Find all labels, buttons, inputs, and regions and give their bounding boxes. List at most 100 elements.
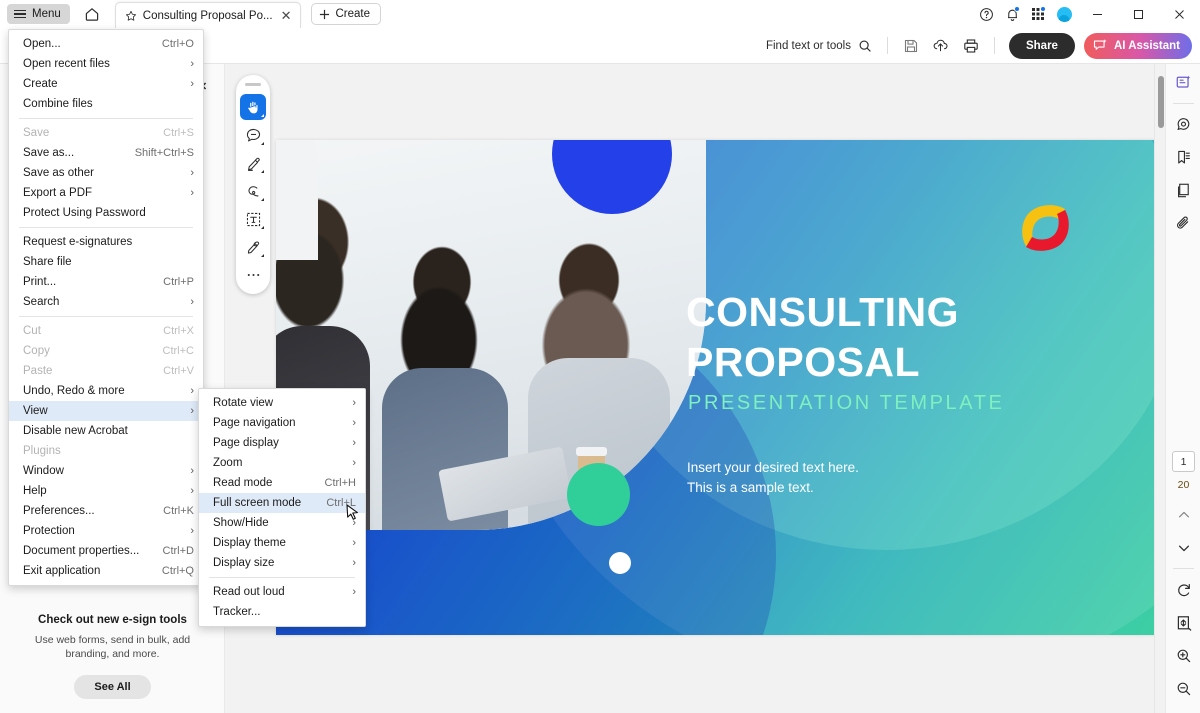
find-text-or-tools[interactable]: Find text or tools — [760, 39, 878, 53]
slide-body-line1: Insert your desired text here. — [687, 460, 859, 475]
more-tools-icon[interactable] — [240, 262, 266, 288]
slide-title-line2: PROPOSAL — [686, 339, 921, 385]
comments-icon[interactable] — [1166, 110, 1200, 139]
menu-item-combine-files[interactable]: Combine files — [9, 94, 203, 114]
see-all-button[interactable]: See All — [74, 675, 151, 699]
window-minimize-button[interactable] — [1077, 0, 1118, 28]
view-submenu[interactable]: Rotate view › Page navigation › Page display… — [198, 388, 366, 627]
menu-item-save: Save Ctrl+S — [9, 123, 203, 143]
redact-tool-icon[interactable] — [240, 234, 266, 260]
notification-bell-icon[interactable] — [999, 1, 1025, 27]
print-icon[interactable] — [957, 33, 985, 59]
cloud-upload-icon[interactable] — [927, 33, 955, 59]
menu-item-export-a-pdf[interactable]: Export a PDF › — [9, 183, 203, 203]
text-box-tool-icon[interactable] — [240, 206, 266, 232]
document-viewport[interactable]: CONSULTING PROPOSAL PRESENTATION TEMPLAT… — [225, 64, 1165, 713]
bookmarks-icon[interactable] — [1166, 143, 1200, 172]
menu-item-document-properties[interactable]: Document properties... Ctrl+D — [9, 541, 203, 561]
menu-item-rotate-view[interactable]: Rotate view › — [199, 393, 365, 413]
save-icon[interactable] — [897, 33, 925, 59]
help-icon[interactable] — [973, 1, 999, 27]
menu-item-page-display[interactable]: Page display › — [199, 433, 365, 453]
menu-item-shortcut: Ctrl+D — [162, 545, 194, 557]
menu-item-label: Save as other — [23, 167, 94, 179]
attachments-icon[interactable] — [1166, 209, 1200, 238]
slide-body-line2: This is a sample text. — [687, 480, 814, 495]
menu-item-label: Plugins — [23, 445, 61, 457]
menu-item-view[interactable]: View › — [9, 401, 203, 421]
menu-item-open[interactable]: Open... Ctrl+O — [9, 34, 203, 54]
menu-item-disable-new-acrobat[interactable]: Disable new Acrobat — [9, 421, 203, 441]
plus-icon — [319, 9, 330, 20]
menu-item-save-as-other[interactable]: Save as other › — [9, 163, 203, 183]
menu-item-zoom[interactable]: Zoom › — [199, 453, 365, 473]
chevron-right-icon: › — [190, 485, 194, 497]
page-thumbnails-icon[interactable] — [1166, 176, 1200, 205]
menu-item-window[interactable]: Window › — [9, 461, 203, 481]
zoom-out-icon[interactable] — [1166, 674, 1200, 703]
menu-item-help[interactable]: Help › — [9, 481, 203, 501]
zoom-in-icon[interactable] — [1166, 641, 1200, 670]
ai-assistant-button[interactable]: AI Assistant — [1083, 32, 1192, 59]
document-tab-close-icon[interactable]: ✕ — [279, 9, 294, 22]
chevron-right-icon: › — [190, 78, 194, 90]
window-maximize-button[interactable] — [1118, 0, 1159, 28]
ai-assistant-icon[interactable] — [1166, 68, 1200, 97]
menu-item-share-file[interactable]: Share file — [9, 252, 203, 272]
fit-page-icon[interactable] — [1166, 608, 1200, 637]
menu-item-tracker[interactable]: Tracker... — [199, 602, 365, 622]
main-menu-dropdown[interactable]: Open... Ctrl+O Open recent files › Create › Co… — [8, 29, 204, 586]
menu-item-exit-application[interactable]: Exit application Ctrl+Q — [9, 561, 203, 581]
comment-tool-icon[interactable] — [240, 122, 266, 148]
menu-item-print[interactable]: Print... Ctrl+P — [9, 272, 203, 292]
menu-item-page-navigation[interactable]: Page navigation › — [199, 413, 365, 433]
menu-item-request-e-signatures[interactable]: Request e-signatures — [9, 232, 203, 252]
share-button[interactable]: Share — [1008, 32, 1075, 59]
menu-separator — [19, 227, 193, 228]
window-close-button[interactable] — [1159, 0, 1200, 28]
menu-item-protect-using-password[interactable]: Protect Using Password — [9, 203, 203, 223]
menu-item-display-size[interactable]: Display size › — [199, 553, 365, 573]
rotate-icon[interactable] — [1166, 575, 1200, 604]
scrollbar-thumb[interactable] — [1158, 76, 1164, 128]
draw-tool-icon[interactable] — [240, 178, 266, 204]
menu-item-open-recent-files[interactable]: Open recent files › — [9, 54, 203, 74]
menu-item-read-mode[interactable]: Read mode Ctrl+H — [199, 473, 365, 493]
menu-item-read-out-loud[interactable]: Read out loud › — [199, 582, 365, 602]
menu-button[interactable]: Menu — [7, 4, 70, 24]
menu-item-label: Save as... — [23, 147, 75, 159]
user-avatar[interactable] — [1051, 1, 1077, 27]
pdf-page[interactable]: CONSULTING PROPOSAL PRESENTATION TEMPLAT… — [276, 140, 1156, 635]
previous-page-button[interactable] — [1166, 500, 1200, 529]
menu-item-label: Open... — [23, 38, 61, 50]
menu-item-shortcut: Ctrl+K — [163, 505, 194, 517]
palette-drag-handle[interactable] — [245, 83, 261, 86]
menu-item-display-theme[interactable]: Display theme › — [199, 533, 365, 553]
menu-item-label: Display size — [213, 557, 275, 569]
menu-item-save-as[interactable]: Save as... Shift+Ctrl+S — [9, 143, 203, 163]
menu-item-shortcut: Ctrl+P — [163, 276, 194, 288]
menu-item-full-screen-mode[interactable]: Full screen mode Ctrl+L — [199, 493, 365, 513]
find-label: Find text or tools — [765, 39, 851, 52]
chevron-right-icon: › — [190, 58, 194, 70]
next-page-button[interactable] — [1166, 533, 1200, 562]
home-icon[interactable] — [80, 2, 104, 26]
menu-item-preferences[interactable]: Preferences... Ctrl+K — [9, 501, 203, 521]
menu-item-protection[interactable]: Protection › — [9, 521, 203, 541]
chevron-right-icon: › — [352, 557, 356, 569]
app-grid-icon[interactable] — [1025, 1, 1051, 27]
menu-item-search[interactable]: Search › — [9, 292, 203, 312]
menu-item-create[interactable]: Create › — [9, 74, 203, 94]
create-button[interactable]: Create — [311, 3, 381, 25]
highlight-tool-icon[interactable] — [240, 150, 266, 176]
star-icon[interactable] — [125, 10, 137, 22]
document-scrollbar[interactable] — [1154, 64, 1165, 713]
divider — [1172, 103, 1194, 104]
menu-item-undo-redo-more[interactable]: Undo, Redo & more › — [9, 381, 203, 401]
menu-item-show-hide[interactable]: Show/Hide › — [199, 513, 365, 533]
page-count-label: 20 — [1177, 479, 1190, 491]
hand-tool-icon[interactable] — [240, 94, 266, 120]
document-tab[interactable]: Consulting Proposal Po... ✕ — [114, 2, 302, 28]
page-number-input[interactable]: 1 — [1172, 451, 1195, 472]
search-icon[interactable] — [858, 39, 872, 53]
